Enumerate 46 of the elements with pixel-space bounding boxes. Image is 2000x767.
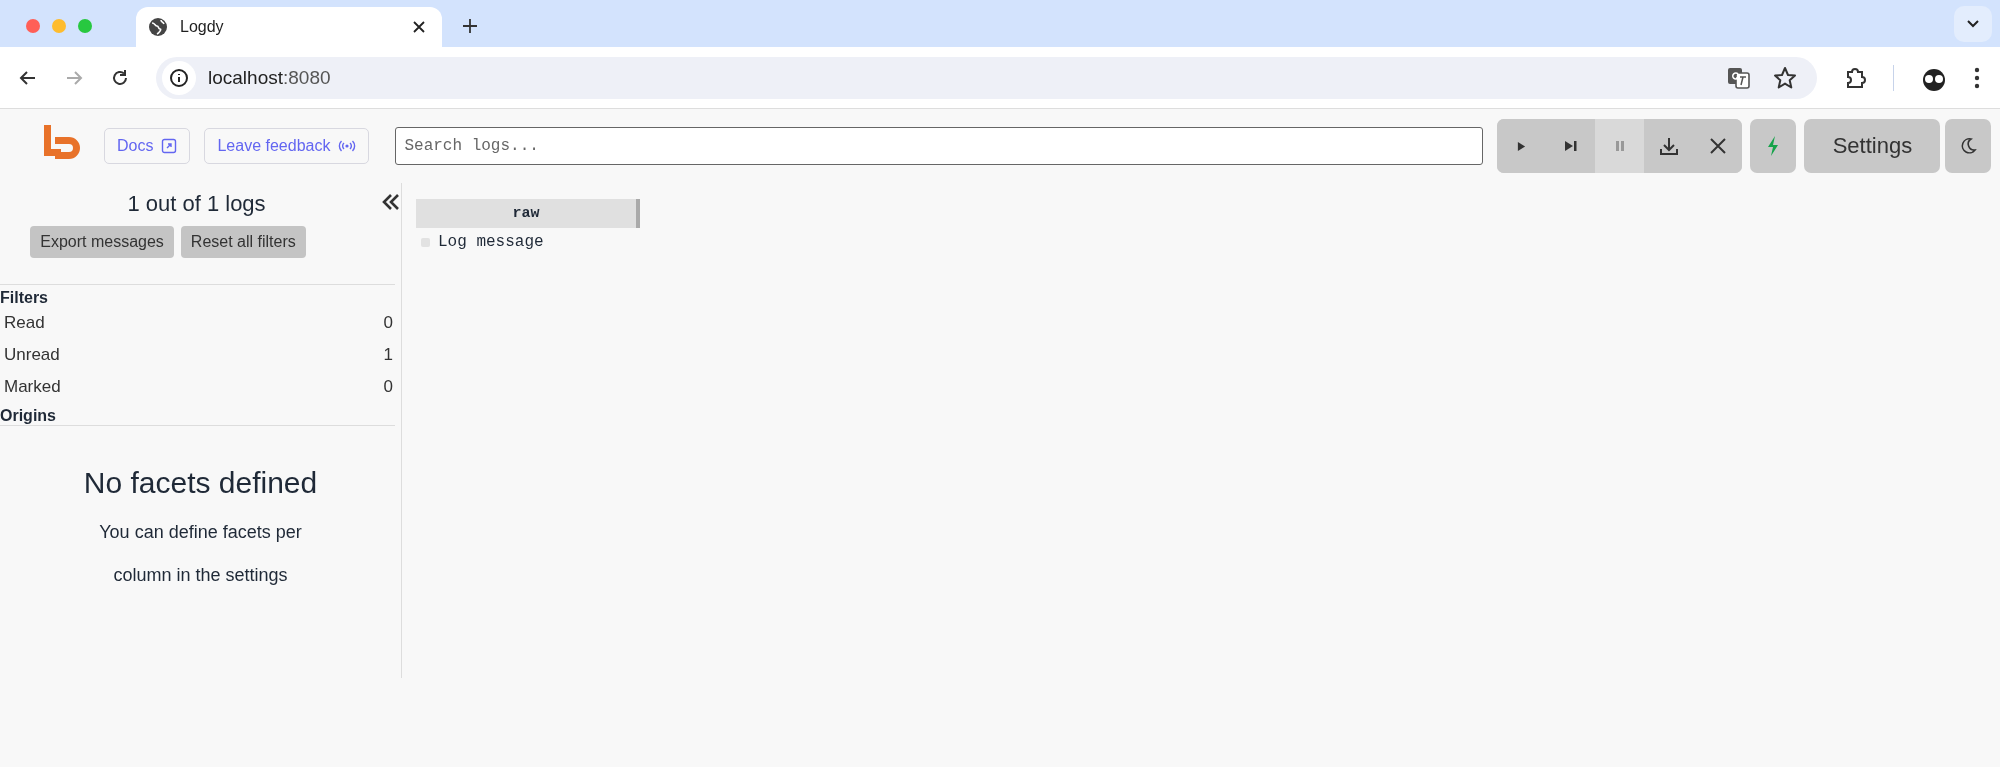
header-link[interactable]: Leave feedback bbox=[204, 128, 370, 164]
header-link[interactable]: Docs bbox=[104, 128, 191, 164]
star-icon[interactable] bbox=[1773, 65, 1797, 90]
empty-title: No facets defined bbox=[83, 466, 318, 500]
close-window-dot[interactable] bbox=[26, 19, 40, 33]
section-heading: Origins bbox=[0, 406, 57, 425]
play-icon bbox=[1517, 140, 1527, 152]
filter-label[interactable]: Unread bbox=[4, 345, 60, 365]
tab-title: Logdy bbox=[180, 18, 225, 36]
sidebar-button[interactable]: Export messages bbox=[30, 226, 174, 258]
empty-text: You can define facets per bbox=[99, 522, 302, 543]
filter-label[interactable]: Marked bbox=[4, 377, 61, 397]
log-count: 1 out of 1 logs bbox=[127, 191, 266, 217]
lightning-icon bbox=[1766, 135, 1781, 157]
theme-button[interactable] bbox=[1945, 119, 1992, 173]
globe-icon bbox=[148, 17, 168, 37]
more-icon[interactable] bbox=[1974, 66, 1980, 89]
sidebar-button[interactable]: Reset all filters bbox=[180, 226, 306, 258]
pause-icon bbox=[1614, 140, 1625, 152]
close-icon[interactable] bbox=[412, 20, 426, 34]
empty-text: column in the settings bbox=[113, 565, 288, 586]
section-heading: Filters bbox=[0, 288, 49, 307]
table-cell: Log message bbox=[438, 233, 544, 251]
column-header[interactable]: raw bbox=[416, 199, 640, 228]
search-field[interactable]: Search logs... bbox=[395, 127, 1484, 165]
skip-icon bbox=[1563, 140, 1578, 152]
download-icon bbox=[1658, 136, 1679, 156]
chevron-down-icon bbox=[1966, 19, 1980, 29]
minimize-window-dot[interactable] bbox=[52, 19, 66, 33]
close-icon bbox=[1708, 137, 1727, 155]
settings-button[interactable]: Settings bbox=[1804, 119, 1941, 173]
browser-tab[interactable]: Logdy bbox=[136, 7, 442, 47]
translate-icon[interactable] bbox=[1727, 65, 1751, 90]
filter-count: 0 bbox=[383, 377, 393, 397]
external-link-icon bbox=[161, 138, 178, 154]
url-text: localhost:8080 bbox=[208, 66, 331, 89]
filter-count: 0 bbox=[383, 313, 393, 333]
address-bar[interactable]: localhost:8080 bbox=[156, 56, 1817, 99]
info-icon[interactable] bbox=[169, 67, 189, 88]
reload-icon[interactable] bbox=[110, 67, 130, 88]
maximize-window-dot[interactable] bbox=[78, 19, 92, 33]
filter-label[interactable]: Read bbox=[4, 313, 45, 333]
plus-icon[interactable] bbox=[462, 18, 478, 34]
tab-search-button[interactable] bbox=[1954, 6, 1992, 42]
filter-count: 1 bbox=[383, 345, 393, 365]
broadcast-icon bbox=[338, 139, 357, 153]
